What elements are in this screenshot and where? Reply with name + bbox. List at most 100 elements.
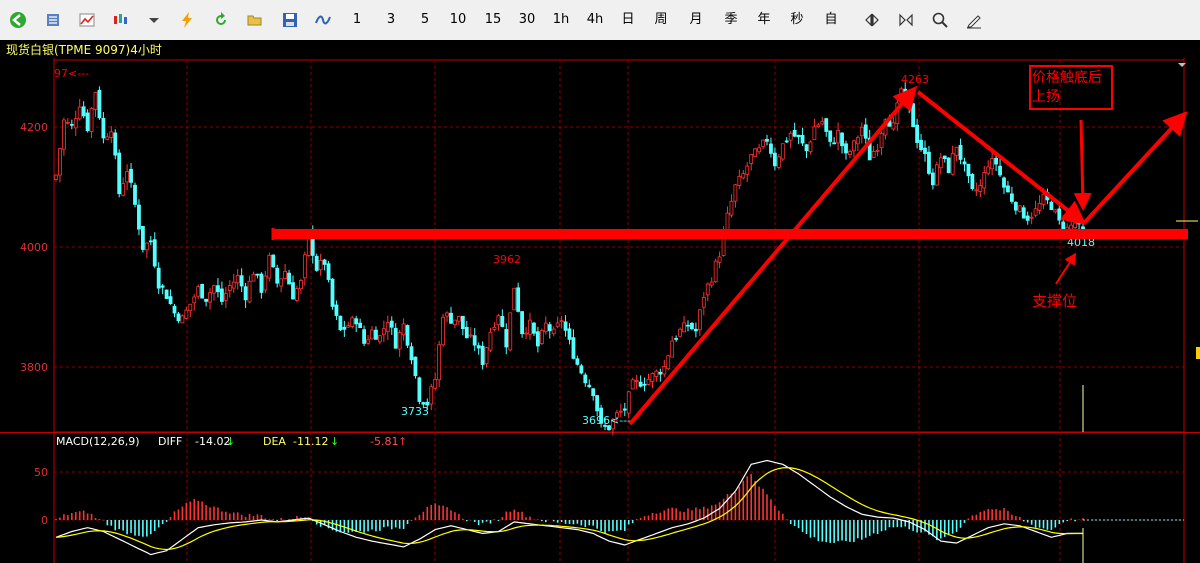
- candle-body: [626, 391, 631, 414]
- candle-body: [176, 313, 181, 322]
- candle-body: [58, 148, 62, 176]
- candle-body: [172, 305, 177, 314]
- candle-body: [784, 140, 789, 143]
- candle-body: [287, 272, 291, 285]
- candle-body: [401, 323, 406, 336]
- candle-body: [931, 172, 935, 186]
- candle-body: [109, 131, 114, 138]
- candle-body: [362, 329, 367, 344]
- candle-body: [563, 321, 568, 331]
- candle-body: [1053, 209, 1058, 213]
- candles-layer: [54, 81, 1200, 436]
- period-button-10[interactable]: 月: [684, 8, 708, 32]
- candle-body: [891, 122, 896, 130]
- zoom-in-out-icon[interactable]: [863, 11, 881, 29]
- candle-body: [449, 312, 453, 324]
- candle-body: [998, 165, 1002, 176]
- candle-body: [421, 402, 426, 405]
- candle-body: [674, 338, 679, 340]
- line-chart-icon[interactable]: [78, 11, 96, 29]
- candle-body: [1013, 202, 1018, 211]
- period-button-3[interactable]: 10: [446, 8, 470, 32]
- period-button-13[interactable]: 秒: [785, 8, 809, 32]
- candle-body: [871, 151, 876, 158]
- candle-body: [729, 200, 734, 216]
- candle-body: [555, 322, 560, 327]
- chart-toolbar: 1 3 5 10 15 30 1h 4h 日周月季年秒自: [0, 0, 1200, 41]
- candle-body: [547, 324, 552, 332]
- candle-body: [196, 286, 201, 297]
- period-button-2[interactable]: 5: [413, 8, 437, 32]
- candle-body: [994, 157, 998, 165]
- candle-body: [859, 126, 864, 137]
- period-button-7[interactable]: 4h: [583, 8, 607, 32]
- candle-body: [1017, 205, 1022, 212]
- candle-body: [54, 174, 58, 180]
- candle-body: [144, 242, 149, 251]
- candle-body: [496, 315, 501, 326]
- candle-body: [318, 260, 323, 271]
- candle-body: [927, 151, 931, 174]
- candle-body: [899, 88, 904, 102]
- candle-body: [753, 148, 758, 157]
- period-button-9[interactable]: 周: [649, 8, 673, 32]
- candle-body: [247, 280, 252, 303]
- candle-body: [528, 319, 532, 335]
- candle-body: [982, 172, 987, 189]
- period-button-11[interactable]: 季: [719, 8, 743, 32]
- candle-body: [575, 358, 580, 365]
- panel-dropdown-icon: [1178, 63, 1186, 67]
- candle-body: [524, 332, 528, 335]
- candle-body: [536, 331, 540, 347]
- indicator-wave-icon[interactable]: [314, 11, 332, 29]
- candle-body: [330, 278, 335, 307]
- price-extreme-label: 4263: [901, 73, 929, 86]
- back-icon[interactable]: [9, 11, 27, 29]
- candle-body: [381, 328, 386, 336]
- candle-body: [413, 356, 418, 377]
- candle-body: [875, 149, 880, 152]
- candle-body: [938, 157, 943, 169]
- period-button-12[interactable]: 年: [752, 8, 776, 32]
- candle-body: [1021, 207, 1026, 219]
- candle-body: [464, 327, 469, 339]
- candle-body: [678, 328, 682, 337]
- save-icon[interactable]: [281, 11, 299, 29]
- candle-body: [397, 332, 402, 350]
- candle-body: [848, 151, 852, 155]
- candle-body: [219, 288, 224, 302]
- candle-body: [1037, 202, 1042, 211]
- period-button-0[interactable]: 1: [345, 8, 369, 32]
- right-scroll-marker: [1196, 347, 1200, 359]
- candle-body: [263, 275, 268, 291]
- draw-pen-icon[interactable]: [965, 11, 983, 29]
- price-panel-border: [53, 59, 1185, 433]
- candle-body: [670, 340, 675, 358]
- support-pointer-arrow: [1055, 252, 1077, 285]
- zoom-fit-icon[interactable]: [897, 11, 915, 29]
- macd-legend-value: -5.81: [370, 435, 398, 448]
- period-button-5[interactable]: 30: [515, 8, 539, 32]
- open-folder-icon[interactable]: [246, 11, 264, 29]
- lightning-icon[interactable]: [178, 11, 196, 29]
- candle-body: [800, 134, 805, 144]
- period-button-14[interactable]: 自: [819, 8, 843, 32]
- candle-body: [539, 330, 544, 344]
- candle-body: [682, 322, 686, 333]
- search-icon[interactable]: [931, 11, 949, 29]
- period-button-8[interactable]: 日: [616, 8, 640, 32]
- macd-legend-name: DEA: [263, 435, 286, 448]
- candle-body: [919, 139, 923, 151]
- candle-body: [468, 334, 473, 337]
- candle-body: [516, 287, 521, 312]
- dropdown-arrow-icon[interactable]: [145, 11, 163, 29]
- period-button-1[interactable]: 3: [379, 8, 403, 32]
- candle-body: [152, 239, 157, 267]
- candle-body: [694, 328, 698, 332]
- refresh-icon[interactable]: [212, 11, 230, 29]
- list-icon[interactable]: [44, 11, 62, 29]
- period-button-4[interactable]: 15: [481, 8, 505, 32]
- candlestick-icon[interactable]: [111, 11, 129, 29]
- period-button-6[interactable]: 1h: [549, 8, 573, 32]
- candle-body: [259, 273, 264, 293]
